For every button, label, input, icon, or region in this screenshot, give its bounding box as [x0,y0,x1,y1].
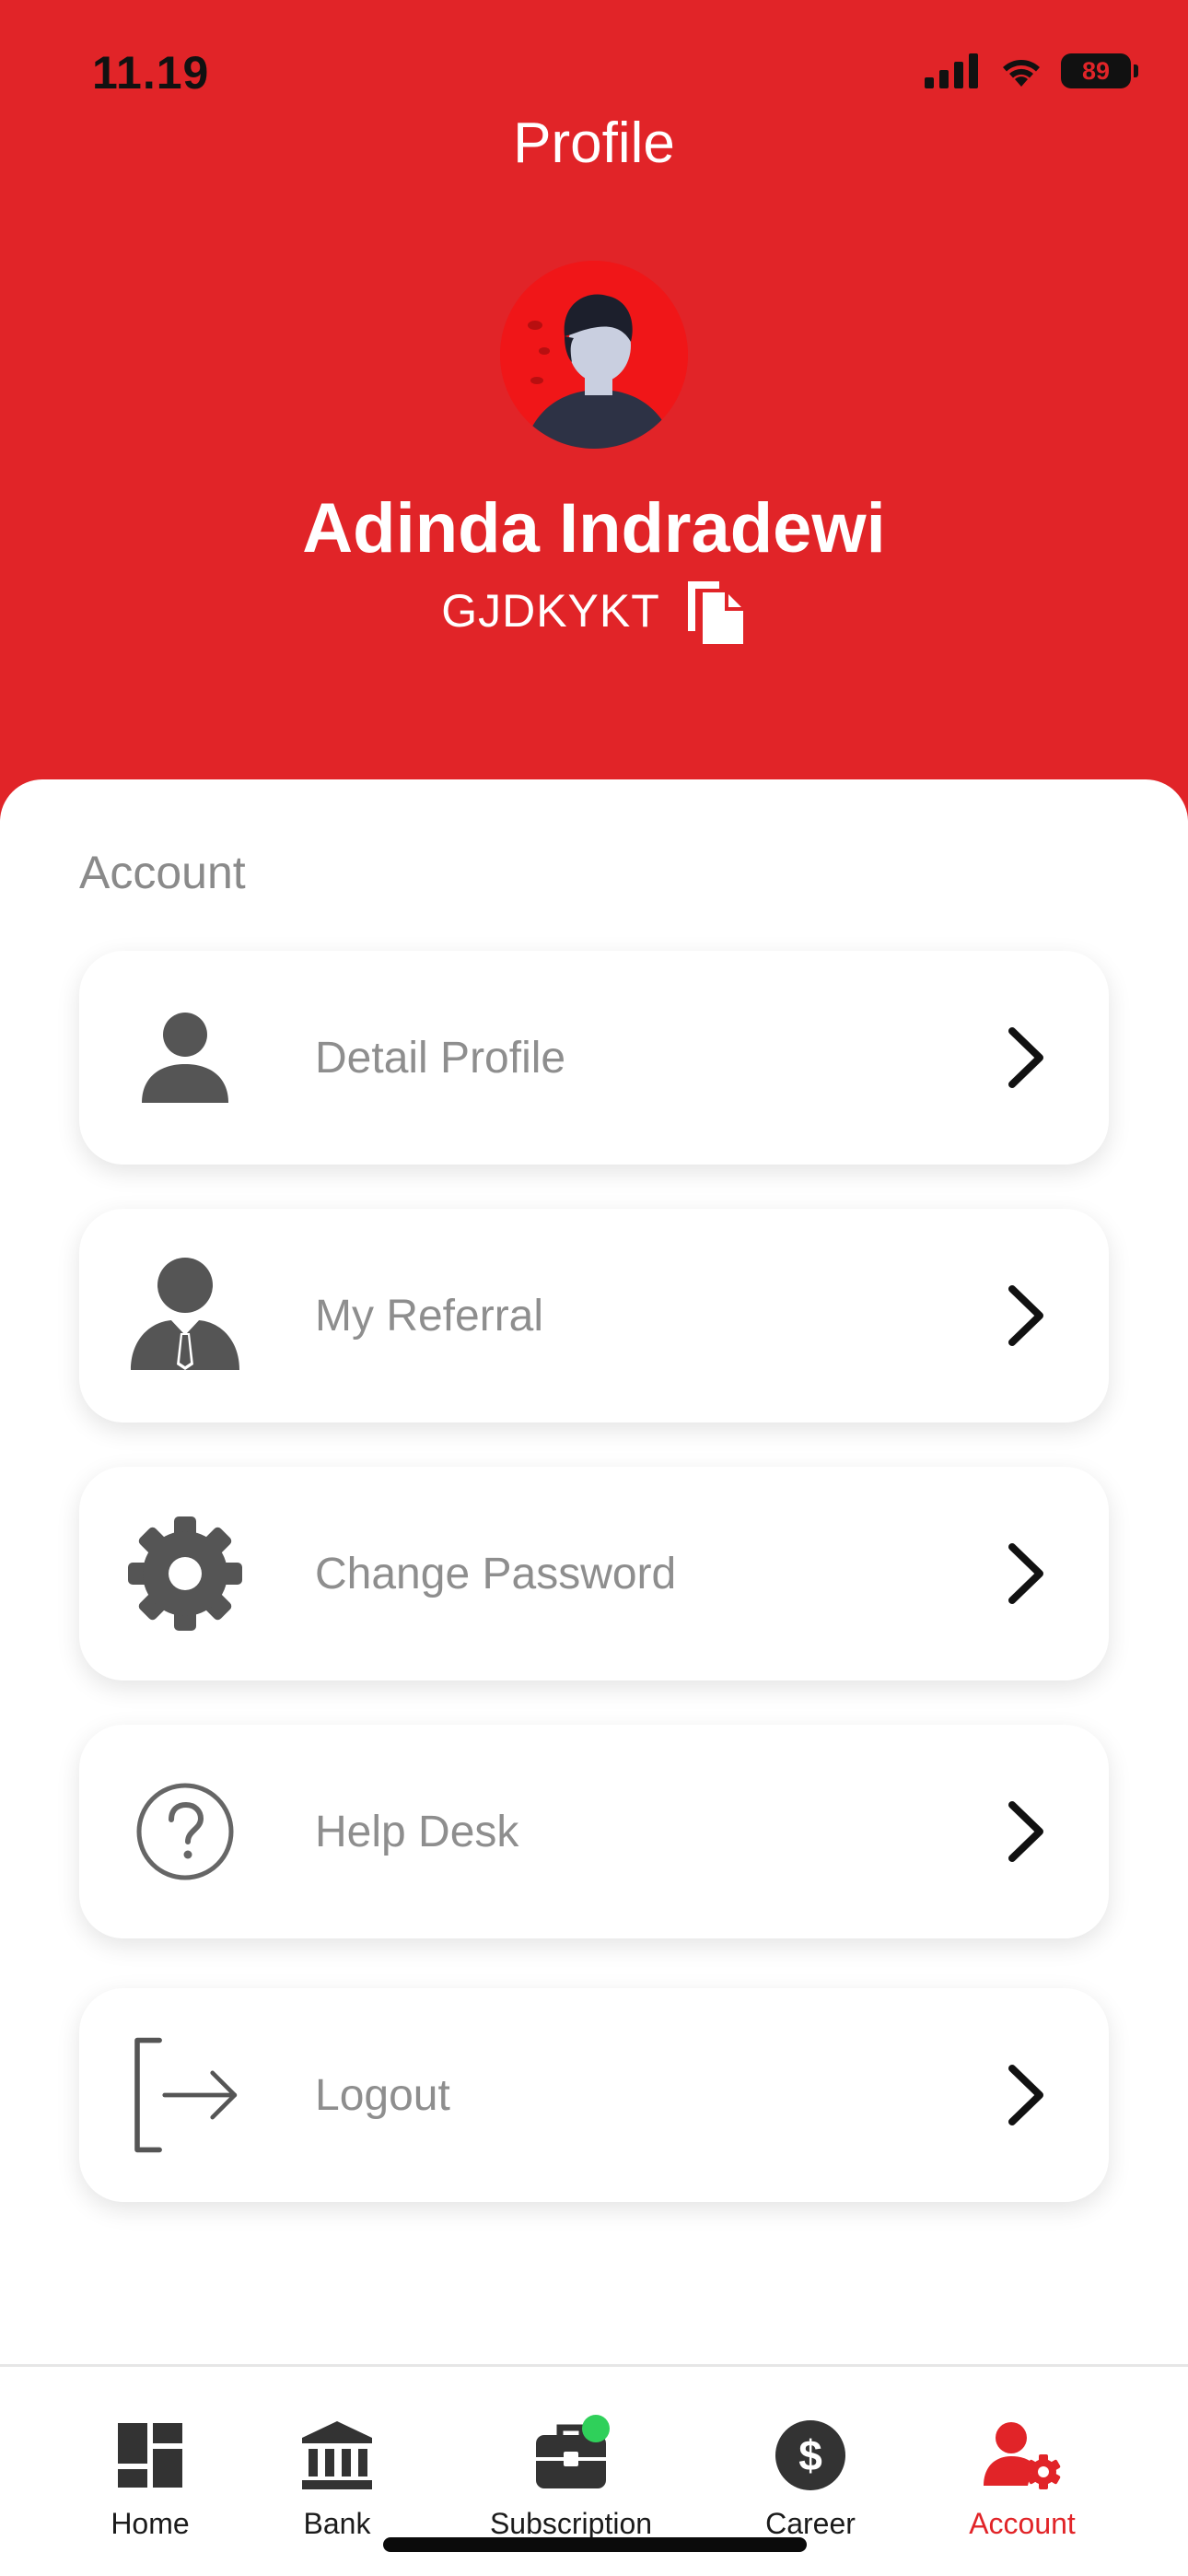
tab-career[interactable]: $ Career [718,2417,903,2541]
help-circle-icon [125,1772,245,1891]
menu-label: Logout [315,2070,450,2120]
status-icons: 89 [925,53,1138,88]
person-icon [125,998,245,1118]
menu-item-logout[interactable]: Logout [79,1988,1109,2202]
chevron-right-icon [998,1795,1054,1868]
home-indicator [383,2537,807,2552]
tab-account[interactable]: Account [930,2417,1114,2541]
gear-icon [125,1514,245,1633]
copy-icon[interactable] [682,576,747,646]
tab-label: Subscription [489,2507,653,2540]
dashboard-grid-icon [111,2417,189,2494]
chevron-right-icon [998,1021,1054,1095]
tab-label: Career [765,2507,856,2540]
menu-item-my-referral[interactable]: My Referral [79,1209,1109,1423]
chevron-right-icon [998,2058,1054,2132]
user-code-row: GJDKYKT [0,576,1188,646]
dollar-coin-icon: $ [772,2417,849,2494]
svg-text:$: $ [798,2431,822,2479]
menu-label: Detail Profile [315,1033,566,1083]
briefcase-icon [532,2415,610,2494]
chevron-right-icon [998,1537,1054,1610]
tab-label: Account [969,2507,1076,2540]
battery-indicator: 89 [1061,53,1138,88]
avatar-illustration [500,261,688,449]
tab-home[interactable]: Home [58,2417,242,2541]
avatar[interactable] [500,261,688,449]
businessman-icon [125,1256,245,1376]
menu-item-change-password[interactable]: Change Password [79,1467,1109,1680]
logout-icon [125,2035,245,2155]
profile-header: 11.19 89 Profile Adinda Indradewi GJDKYK… [0,0,1188,829]
page-title: Profile [513,111,675,175]
status-time: 11.19 [92,47,210,99]
user-name: Adinda Indradewi [302,489,886,568]
menu-label: Help Desk [315,1807,519,1856]
wifi-icon [1003,60,1040,87]
battery-level: 89 [1061,53,1131,88]
menu-item-detail-profile[interactable]: Detail Profile [79,951,1109,1165]
section-label-account: Account [79,847,246,898]
chevron-right-icon [998,1279,1054,1352]
battery-tip [1134,64,1138,77]
user-settings-icon [984,2417,1061,2494]
tab-label: Home [111,2507,190,2540]
menu-item-help-desk[interactable]: Help Desk [79,1725,1109,1938]
signal-icon [925,53,978,88]
user-code: GJDKYKT [441,585,660,637]
tab-label: Bank [303,2507,371,2540]
tab-subscription[interactable]: Subscription [479,2415,663,2541]
bank-icon [298,2417,376,2494]
menu-label: My Referral [315,1291,544,1341]
status-dot-badge [582,2415,610,2442]
tab-bank[interactable]: Bank [245,2417,429,2541]
menu-label: Change Password [315,1549,677,1598]
